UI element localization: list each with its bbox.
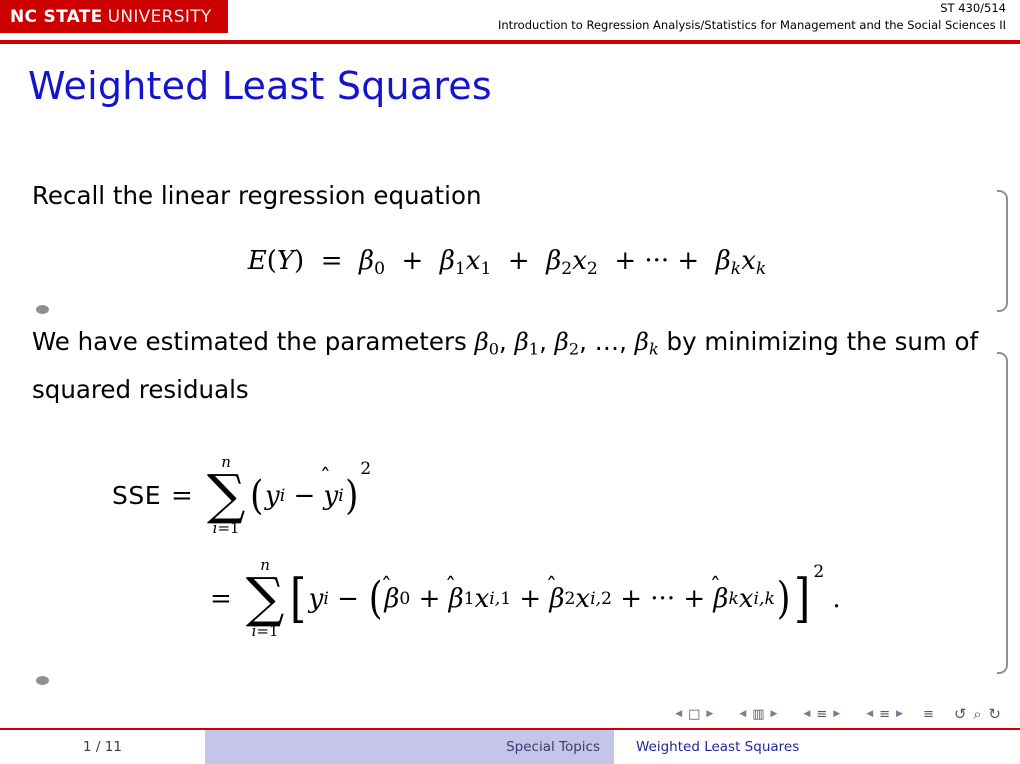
course-code: ST 430/514 — [940, 1, 1006, 15]
sse-label: SSE — [112, 481, 162, 510]
nav-slide-group[interactable]: ◀ □ ▶ — [669, 707, 719, 722]
nav-prev-triangle-icon[interactable]: ◀ — [675, 709, 682, 719]
summation-operator-2: n ∑ i=1 — [245, 556, 285, 640]
course-title: Introduction to Regression Analysis/Stat… — [498, 18, 1006, 32]
equation-sse-block: SSE = n ∑ i=1 ( yi − ̂yi )2 = n ∑ i=1 [ … — [112, 453, 841, 640]
paragraph-estimated-parameters-lead: We have estimated the parameters — [32, 326, 475, 356]
slide-footer: 1 / 11 Special Topics Weighted Least Squ… — [0, 730, 1020, 764]
nav-next-triangle-icon[interactable]: ▶ — [706, 709, 713, 719]
nav-section-group-2[interactable]: ◀ ≡ ▶ — [860, 707, 909, 722]
slide-body: Recall the linear regression equation E(… — [32, 175, 982, 410]
nav-prev-triangle-icon-4[interactable]: ◀ — [866, 709, 873, 719]
paragraph-estimated-parameters: We have estimated the parameters β0, β1,… — [32, 326, 979, 405]
nc-state-logo: NC STATE UNIVERSITY — [0, 0, 228, 33]
nav-document-group[interactable]: ≡ — [923, 707, 934, 722]
nav-frame-icon[interactable]: □ — [688, 707, 700, 722]
nav-section-group-1[interactable]: ◀ ≡ ▶ — [797, 707, 846, 722]
block-marker-1 — [36, 305, 49, 314]
page-title: Weighted Least Squares — [28, 64, 492, 108]
block-brace-2 — [997, 352, 1008, 674]
nav-subsection-icon[interactable]: ▥ — [752, 707, 764, 722]
slide-header: NC STATE UNIVERSITY ST 430/514 Introduct… — [0, 0, 1020, 44]
nav-document-icon[interactable]: ≡ — [923, 707, 934, 722]
nav-next-triangle-icon-4[interactable]: ▶ — [896, 709, 903, 719]
equation-linear-regression: E(Y) = β0 + β1x1 + β2x2 + ··· + βkxk — [247, 246, 767, 279]
equation-sse-line1: SSE = n ∑ i=1 ( yi − ̂yi )2 — [112, 453, 372, 537]
beamer-navigation-bar[interactable]: ◀ □ ▶ ◀ ▥ ▶ ◀ ≡ ▶ ◀ ≡ ▶ ≡ ↺ ⌕ ↻ — [0, 702, 1020, 726]
logo-bold-text: NC STATE — [10, 6, 103, 27]
block-marker-2 — [36, 676, 49, 685]
header-course-info: ST 430/514 Introduction to Regression An… — [498, 0, 1006, 33]
paragraph-recall: Recall the linear regression equation — [32, 181, 482, 210]
nav-prev-triangle-icon-2[interactable]: ◀ — [739, 709, 746, 719]
equation-sse-line2: = n ∑ i=1 [ yi − ( ̂β0 + ̂β1xi,1 + ̂β2xi… — [210, 556, 841, 640]
nav-history-controls[interactable]: ↺ ⌕ ↻ — [954, 705, 1002, 723]
footer-page-number: 1 / 11 — [0, 730, 205, 764]
nav-back-icon[interactable]: ↺ — [954, 705, 968, 723]
footer-subsection[interactable]: Weighted Least Squares — [614, 730, 1020, 764]
footer-section[interactable]: Special Topics — [205, 730, 614, 764]
header-divider — [0, 40, 1020, 44]
nav-subsection-group[interactable]: ◀ ▥ ▶ — [733, 707, 783, 722]
nav-section-icon-1[interactable]: ≡ — [816, 707, 827, 722]
nav-next-triangle-icon-2[interactable]: ▶ — [771, 709, 778, 719]
nav-prev-triangle-icon-3[interactable]: ◀ — [803, 709, 810, 719]
nav-next-triangle-icon-3[interactable]: ▶ — [833, 709, 840, 719]
nav-forward-icon[interactable]: ↻ — [988, 705, 1002, 723]
nav-search-icon[interactable]: ⌕ — [973, 705, 982, 723]
nav-section-icon-2[interactable]: ≡ — [879, 707, 890, 722]
logo-light-text: UNIVERSITY — [107, 6, 212, 27]
block-brace-1 — [997, 190, 1008, 312]
summation-operator-1: n ∑ i=1 — [206, 453, 246, 537]
